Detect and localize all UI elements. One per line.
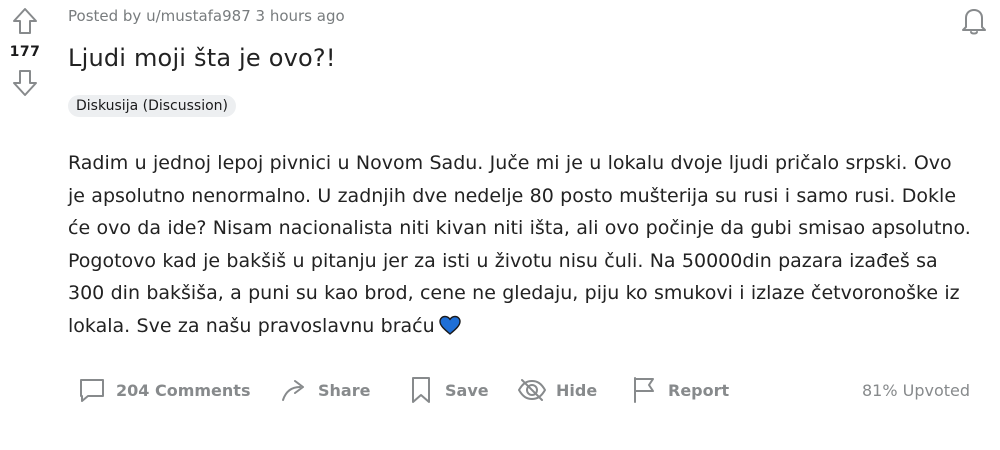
save-button[interactable]: Save — [405, 370, 489, 410]
hide-button[interactable]: Hide — [516, 370, 597, 410]
downvote-icon[interactable] — [10, 68, 40, 98]
share-button[interactable]: Share — [278, 370, 370, 410]
post-meta: Posted by u/mustafa987 3 hours ago — [68, 7, 345, 25]
post-body: Radim u jednoj lepoj pivnici u Novom Sad… — [68, 147, 973, 342]
share-icon — [282, 380, 304, 401]
report-label: Report — [668, 380, 730, 400]
save-icon — [412, 377, 430, 403]
post-body-text: Radim u jednoj lepoj pivnici u Novom Sad… — [68, 152, 971, 337]
hide-label: Hide — [556, 380, 598, 400]
comments-label: 204 Comments — [116, 380, 251, 400]
bell-icon[interactable] — [958, 4, 990, 36]
post-title[interactable]: Ljudi moji šta je ovo?! — [68, 44, 336, 72]
comments-button[interactable]: 204 Comments — [76, 370, 250, 410]
share-label: Share — [318, 380, 371, 400]
blue-heart-icon — [438, 315, 461, 335]
post-flair[interactable]: Diskusija (Discussion) — [68, 95, 236, 117]
report-button[interactable]: Report — [628, 370, 729, 410]
vote-score: 177 — [9, 44, 41, 60]
report-icon — [634, 377, 654, 403]
comment-icon — [80, 379, 104, 402]
upvote-icon[interactable] — [10, 6, 40, 36]
hide-icon — [518, 379, 546, 401]
vote-column: 177 — [0, 0, 50, 98]
save-label: Save — [445, 380, 489, 400]
upvote-ratio: 81% Upvoted — [861, 380, 970, 400]
post-actions: 204 Comments Share Save Hide Report 81% … — [68, 370, 978, 410]
